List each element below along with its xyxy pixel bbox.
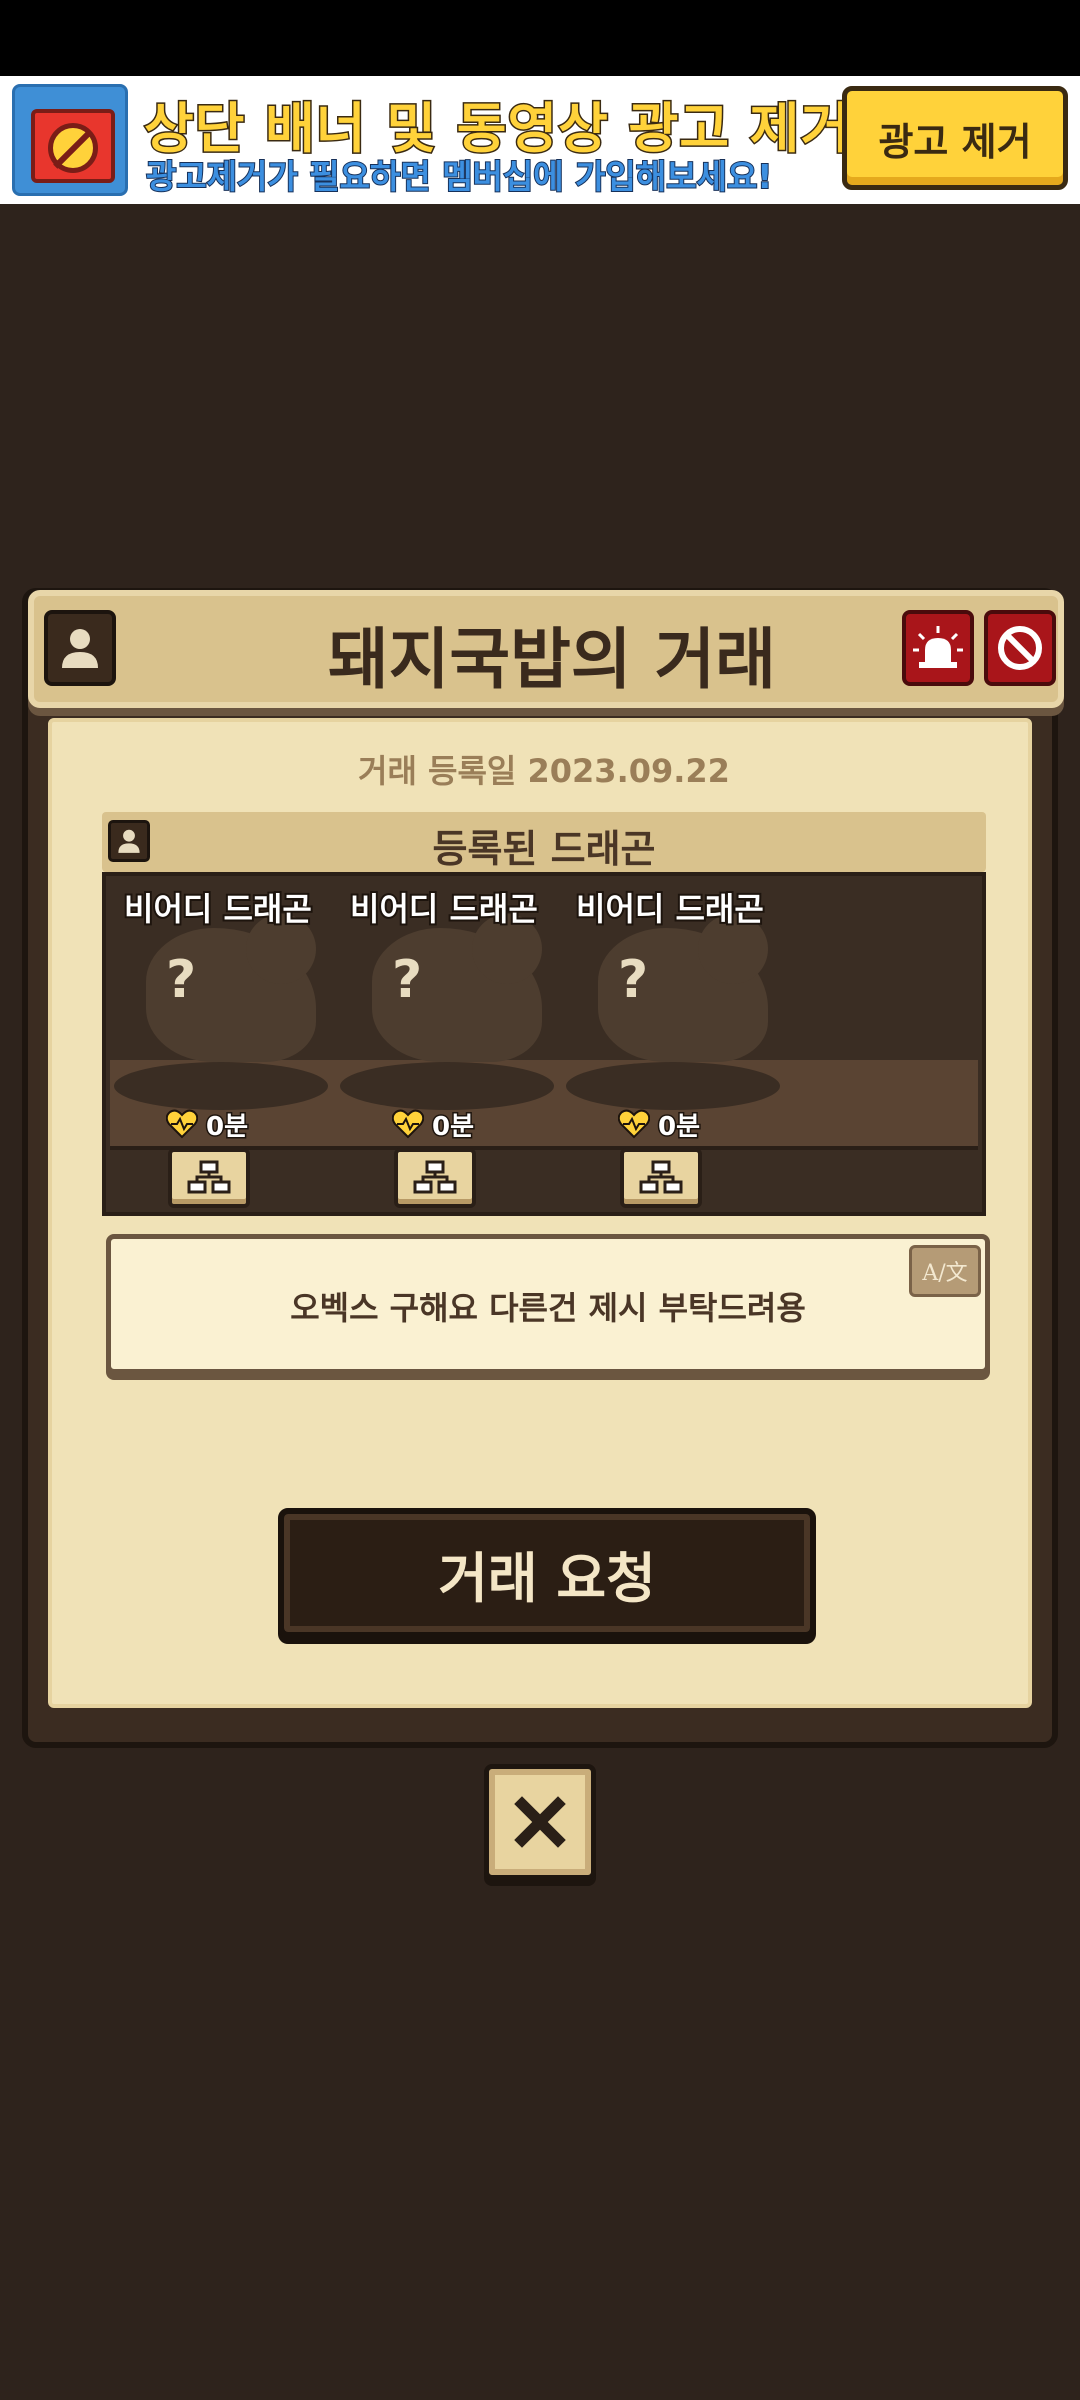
- no-ads-tv-icon: [12, 84, 128, 196]
- status-bar: [0, 0, 1080, 76]
- hierarchy-icon: [639, 1160, 683, 1194]
- dragon-info-button[interactable]: [168, 1148, 250, 1208]
- profile-button[interactable]: [44, 610, 116, 686]
- dragon-slot[interactable]: ? 비어디 드래곤 0분: [332, 876, 558, 1216]
- heart-pulse-icon: [618, 1109, 650, 1139]
- heart-pulse-icon: [166, 1109, 198, 1139]
- close-button[interactable]: [484, 1764, 596, 1880]
- dragon-info-button[interactable]: [394, 1148, 476, 1208]
- trade-dialog: 돼지국밥의 거래 거래 등록일 2023.09.22 등록된 드래곤 ? 비어디…: [22, 588, 1064, 1748]
- ad-subtitle: 광고제거가 필요하면 멤버십에 가입해보세요!: [145, 156, 773, 197]
- dragon-name: 비어디 드래곤: [122, 888, 314, 930]
- dialog-body: 거래 등록일 2023.09.22 등록된 드래곤 ? 비어디 드래곤 0분 ?…: [48, 718, 1032, 1708]
- dragon-list: ? 비어디 드래곤 0분 ? 비어디 드래곤 0분 ? 비어디 드래곤 0분: [102, 872, 986, 1216]
- dragon-slot[interactable]: ? 비어디 드래곤 0분: [558, 876, 784, 1216]
- dragon-name: 비어디 드래곤: [348, 888, 540, 930]
- registered-dragons-header: 등록된 드래곤: [102, 812, 986, 872]
- trade-message-box: A/文 오벡스 구해요 다른건 제시 부탁드려용: [106, 1234, 990, 1374]
- heart-pulse-icon: [392, 1109, 424, 1139]
- dragon-time: 0분: [618, 1106, 702, 1143]
- dragon-name: 비어디 드래곤: [574, 888, 766, 930]
- user-icon: [62, 629, 98, 668]
- close-icon: [514, 1796, 566, 1848]
- siren-icon: [913, 626, 963, 668]
- unknown-mark: ?: [166, 950, 197, 1010]
- unknown-mark: ?: [618, 950, 649, 1010]
- trade-request-button[interactable]: 거래 요청: [278, 1508, 816, 1638]
- dragon-info-button[interactable]: [620, 1148, 702, 1208]
- registration-date: 거래 등록일 2023.09.22: [358, 752, 730, 790]
- report-button[interactable]: [902, 610, 974, 686]
- hierarchy-icon: [413, 1160, 457, 1194]
- dragon-time: 0분: [392, 1106, 476, 1143]
- remove-ads-button[interactable]: 광고 제거: [842, 86, 1068, 190]
- dragon-slot[interactable]: ? 비어디 드래곤 0분: [106, 876, 332, 1216]
- hierarchy-icon: [187, 1160, 231, 1194]
- unknown-mark: ?: [392, 950, 423, 1010]
- ad-banner[interactable]: 상단 배너 및 동영상 광고 제거! 광고제거가 필요하면 멤버십에 가입해보세…: [0, 76, 1080, 204]
- dialog-title: 돼지국밥의 거래: [327, 621, 777, 698]
- dragon-time: 0분: [166, 1106, 250, 1143]
- registered-dragons-title: 등록된 드래곤: [432, 827, 656, 871]
- block-icon: [998, 626, 1042, 670]
- dialog-header: 돼지국밥의 거래: [28, 590, 1064, 708]
- block-button[interactable]: [984, 610, 1056, 686]
- trade-message: 오벡스 구해요 다른건 제시 부탁드려용: [290, 1289, 806, 1327]
